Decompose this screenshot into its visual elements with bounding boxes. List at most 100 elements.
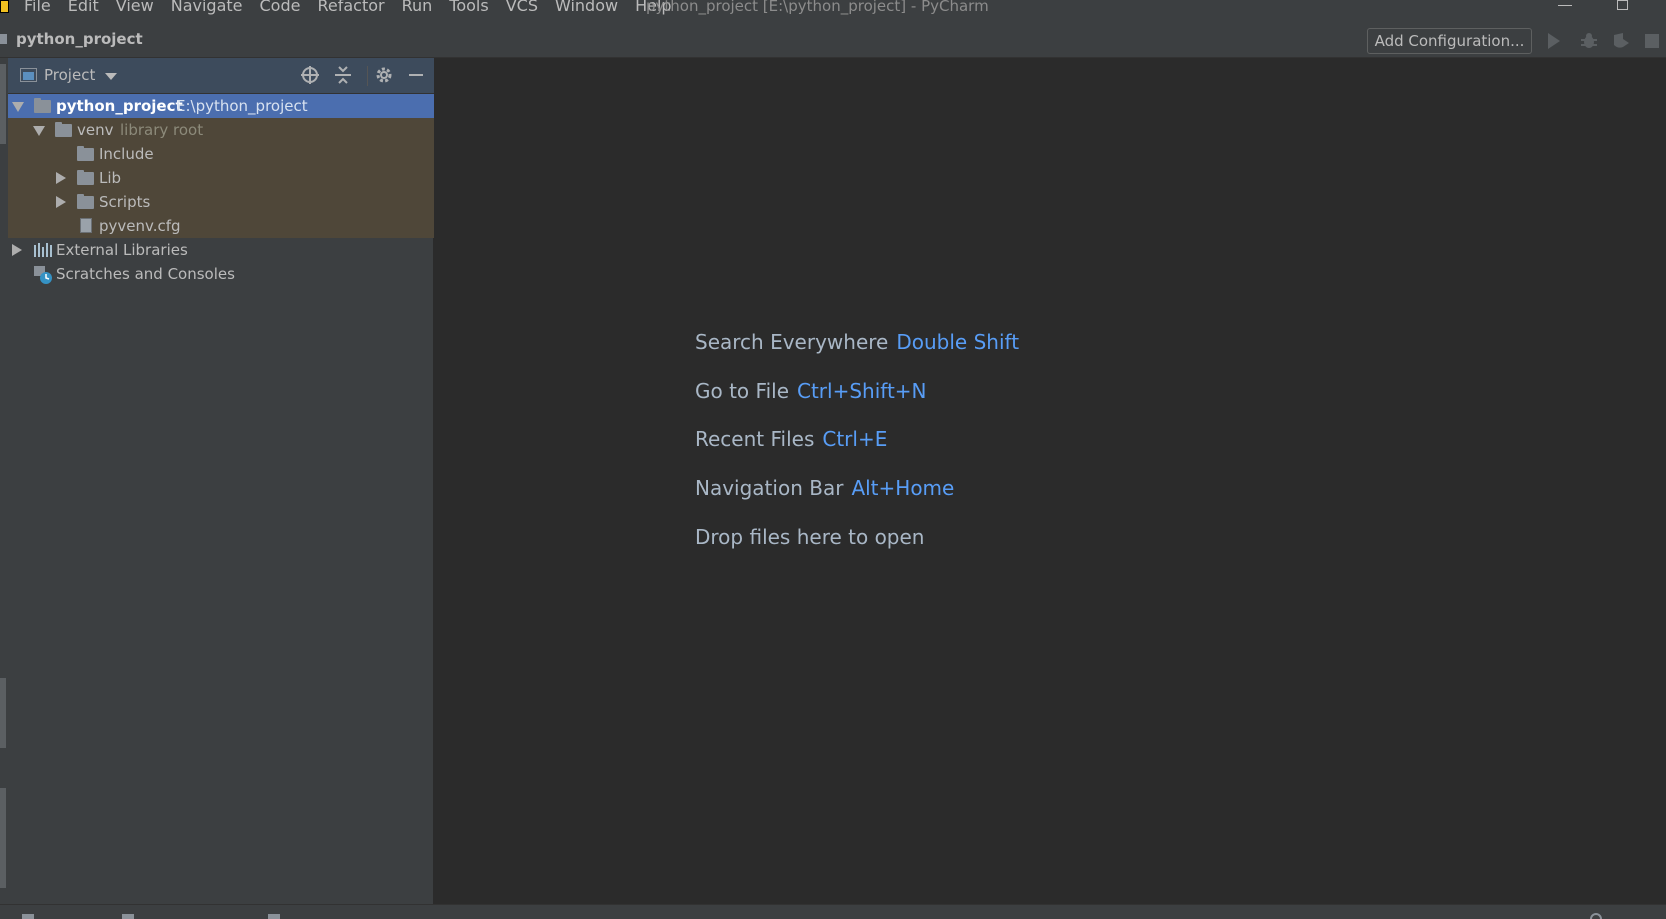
crosshair-icon [301, 66, 319, 84]
tree-item-venv[interactable]: venv library root [8, 118, 434, 142]
tree-item-label: python_project [56, 97, 183, 115]
expand-arrow-icon[interactable] [12, 102, 24, 112]
breadcrumb-project[interactable]: python_project [16, 30, 143, 48]
chevron-down-icon[interactable] [105, 73, 117, 80]
coverage-button[interactable] [1612, 32, 1630, 50]
python-console-tool-tab[interactable] [122, 913, 134, 919]
config-file-icon [80, 218, 92, 233]
gear-icon [376, 67, 392, 83]
scratches-icon [34, 266, 52, 284]
folder-icon [34, 98, 51, 113]
tree-item-label: venv [77, 121, 114, 139]
tree-item-label: Scripts [99, 193, 151, 211]
hint-shortcut: Ctrl+Shift+N [797, 379, 927, 403]
tree-item-scratches[interactable]: Scratches and Consoles [8, 262, 434, 286]
tree-item-label: pyvenv.cfg [99, 217, 181, 235]
tree-item-scripts[interactable]: Scripts [8, 190, 434, 214]
minimize-window-button[interactable] [1558, 5, 1572, 6]
header-divider [367, 66, 368, 86]
menu-edit[interactable]: Edit [68, 0, 99, 16]
collapse-all-button[interactable] [333, 65, 353, 85]
hint-drop-files: Drop files here to open [695, 525, 924, 549]
editor-area[interactable]: Search Everywhere Double Shift Go to File… [434, 58, 1666, 904]
project-tool-window: Project python_project E:\python_project… [8, 58, 434, 904]
folder-icon [77, 170, 94, 185]
hint-label: Drop files here to open [695, 525, 925, 549]
library-icon [34, 243, 52, 257]
window-title: python_project [E:\python_project] - PyC… [646, 0, 989, 15]
hint-label: Recent Files [695, 427, 815, 451]
menu-vcs[interactable]: VCS [506, 0, 538, 16]
tree-item-lib[interactable]: Lib [8, 166, 434, 190]
hint-shortcut: Double Shift [896, 330, 1020, 354]
terminal-tool-tab[interactable] [22, 913, 34, 919]
hint-label: Navigation Bar [695, 476, 844, 500]
project-view-icon [20, 68, 37, 82]
hint-label: Go to File [695, 379, 789, 403]
bottom-tool-window-strip [0, 904, 1666, 919]
favorites-tool-tab[interactable] [0, 788, 6, 888]
minimize-icon [409, 74, 423, 76]
stop-icon [1645, 34, 1659, 48]
hide-panel-button[interactable] [406, 65, 426, 85]
project-view-selector[interactable]: Project [44, 66, 95, 84]
menu-run[interactable]: Run [402, 0, 433, 16]
todo-tool-tab[interactable] [268, 913, 280, 919]
run-button[interactable] [1548, 32, 1566, 50]
pycharm-logo-icon [0, 0, 9, 13]
event-log-icon [1590, 913, 1602, 919]
project-tool-tab[interactable] [0, 64, 6, 144]
folder-icon [55, 122, 72, 137]
menu-refactor[interactable]: Refactor [317, 0, 384, 16]
todo-list-icon [268, 914, 280, 919]
tree-item-label: External Libraries [56, 241, 188, 259]
menu-file[interactable]: File [24, 0, 51, 16]
locate-file-button[interactable] [300, 65, 320, 85]
collapse-all-icon [335, 66, 351, 84]
tree-item-python-project[interactable]: python_project E:\python_project [8, 94, 434, 118]
project-panel-header: Project [8, 58, 434, 94]
folder-icon [77, 146, 94, 161]
hint-recent-files: Recent Files Ctrl+E [695, 427, 887, 451]
tree-item-label: Include [99, 145, 154, 163]
hint-shortcut: Alt+Home [851, 476, 955, 500]
tree-item-path: E:\python_project [176, 97, 308, 115]
add-configuration-button[interactable]: Add Configuration... [1367, 28, 1532, 54]
tree-item-external-libraries[interactable]: External Libraries [8, 238, 434, 262]
navigation-bar: python_project Add Configuration... [0, 16, 1666, 58]
menu-bar: File Edit View Navigate Code Refactor Ru… [0, 0, 1666, 16]
expand-arrow-icon[interactable] [56, 196, 66, 208]
folder-icon [0, 34, 7, 44]
folder-icon [77, 194, 94, 209]
python-console-icon [122, 914, 134, 919]
debug-button[interactable] [1580, 32, 1598, 50]
hint-shortcut: Ctrl+E [822, 427, 888, 451]
structure-tool-tab[interactable] [0, 678, 6, 748]
hint-search-everywhere: Search Everywhere Double Shift [695, 330, 1019, 354]
hint-navigation-bar: Navigation Bar Alt+Home [695, 476, 954, 500]
bug-icon [1581, 33, 1597, 48]
stop-button[interactable] [1645, 32, 1663, 50]
menu-navigate[interactable]: Navigate [171, 0, 243, 16]
expand-arrow-icon[interactable] [56, 172, 66, 184]
menu-code[interactable]: Code [260, 0, 301, 16]
main-menu: File Edit View Navigate Code Refactor Ru… [24, 0, 689, 16]
hint-label: Search Everywhere [695, 330, 889, 354]
tree-item-annotation: library root [120, 121, 204, 139]
play-icon [1548, 33, 1560, 49]
maximize-window-button[interactable] [1617, 0, 1628, 10]
event-log-tool-tab[interactable] [1590, 913, 1602, 919]
tree-item-label: Scratches and Consoles [56, 265, 235, 283]
hint-go-to-file: Go to File Ctrl+Shift+N [695, 379, 927, 403]
terminal-icon [22, 914, 34, 919]
tree-item-pyvenv-cfg[interactable]: pyvenv.cfg [8, 214, 434, 238]
settings-button[interactable] [374, 65, 394, 85]
menu-view[interactable]: View [116, 0, 154, 16]
tree-item-label: Lib [99, 169, 122, 187]
menu-window[interactable]: Window [555, 0, 618, 16]
menu-tools[interactable]: Tools [449, 0, 488, 16]
expand-arrow-icon[interactable] [12, 244, 22, 256]
shield-run-icon [1614, 33, 1629, 48]
expand-arrow-icon[interactable] [33, 126, 45, 136]
tree-item-include[interactable]: Include [8, 142, 434, 166]
